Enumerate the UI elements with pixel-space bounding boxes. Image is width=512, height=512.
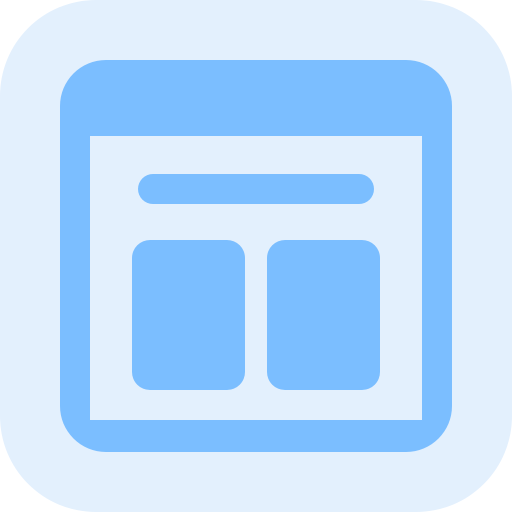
app-icon[interactable] [0, 0, 512, 512]
left-column-card-placeholder [132, 240, 245, 390]
browser-window-icon [60, 60, 452, 452]
header-bar-placeholder [138, 174, 374, 204]
right-column-card-placeholder [267, 240, 380, 390]
